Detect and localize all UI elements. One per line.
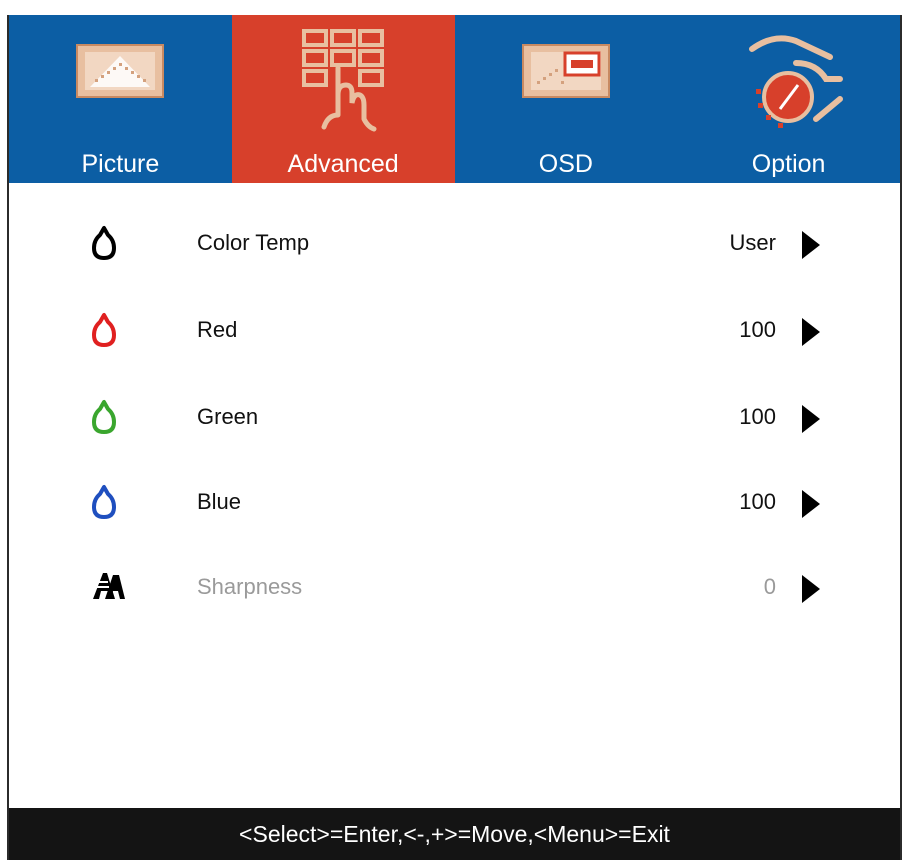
osd-icon [521, 23, 611, 108]
row-label: Green [197, 404, 259, 429]
row-green[interactable]: Green 100 [9, 389, 900, 449]
row-label: Blue [197, 489, 242, 514]
tab-osd[interactable]: OSD [455, 15, 678, 183]
row-value: 100 [739, 489, 776, 514]
row-label: Red [197, 317, 238, 342]
row-value: User [729, 230, 776, 255]
arrow-right-icon[interactable] [800, 403, 822, 440]
drop-icon [91, 225, 117, 266]
tab-label: Picture [81, 150, 160, 178]
tab-label: OSD [538, 150, 593, 178]
row-blue[interactable]: Blue 100 [9, 474, 900, 534]
row-label: Color Temp [197, 230, 310, 255]
option-hand-dial-icon [734, 23, 844, 148]
menu-tab-bar: Picture Advanced OSD Option [9, 15, 900, 183]
tab-label: Option [751, 150, 826, 178]
settings-list: Color Temp User Red 100 Green 100 Blue 1… [9, 183, 900, 823]
tab-advanced[interactable]: Advanced [231, 15, 455, 183]
tab-option[interactable]: Option [677, 15, 900, 183]
arrow-right-icon[interactable] [800, 316, 822, 353]
row-color-temp[interactable]: Color Temp User [9, 215, 900, 275]
help-hint-bar: <Select>=Enter,<-,+>=Move,<Menu>=Exit [9, 808, 900, 860]
help-hint-text: <Select>=Enter,<-,+>=Move,<Menu>=Exit [239, 821, 670, 847]
tab-label: Advanced [287, 150, 399, 178]
sharpness-icon [91, 569, 125, 606]
drop-icon [91, 399, 117, 440]
osd-menu-window: Picture Advanced OSD Option Color Temp U… [7, 15, 902, 860]
row-sharpness: Sharpness 0 [9, 559, 900, 619]
row-red[interactable]: Red 100 [9, 302, 900, 362]
row-label: Sharpness [197, 574, 303, 599]
row-value: 100 [739, 404, 776, 429]
row-value: 0 [763, 574, 776, 599]
arrow-right-icon[interactable] [800, 229, 822, 266]
drop-icon [91, 312, 117, 353]
drop-icon [91, 484, 117, 525]
tab-picture[interactable]: Picture [9, 15, 232, 183]
advanced-touch-icon [298, 23, 388, 148]
arrow-right-icon[interactable] [800, 488, 822, 525]
picture-icon [75, 23, 165, 108]
arrow-right-icon [800, 573, 822, 610]
row-value: 100 [739, 317, 776, 342]
